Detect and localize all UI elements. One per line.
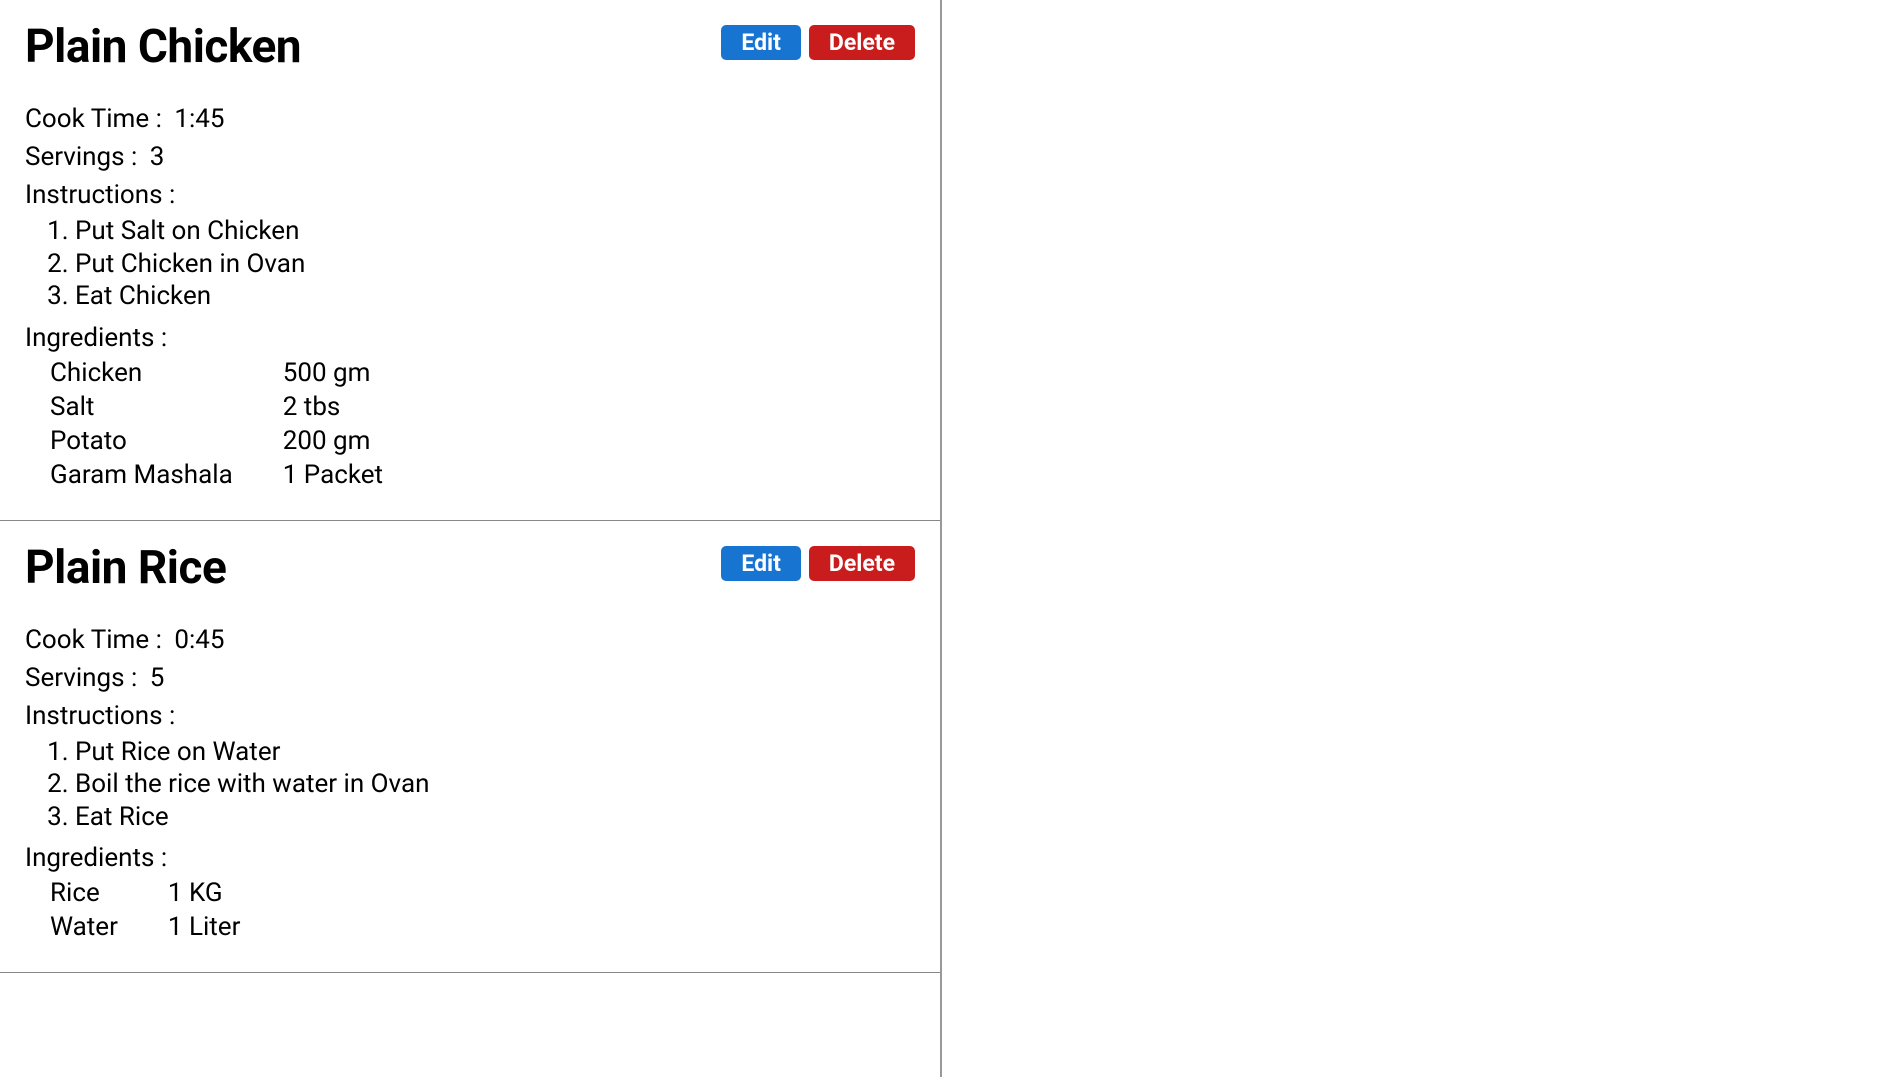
recipe-card: Plain Chicken Edit Delete Cook Time : 1:… — [0, 0, 940, 521]
servings-value: 5 — [150, 663, 165, 693]
ingredient-amount: 200 gm — [283, 426, 383, 456]
ingredient-amount: 1 KG — [168, 878, 241, 908]
instructions-list: Put Rice on Water Boil the rice with wat… — [25, 736, 915, 834]
ingredients-grid: Rice 1 KG Water 1 Liter — [25, 878, 915, 942]
instruction-item: Put Rice on Water — [75, 736, 915, 769]
ingredient-name: Water — [50, 912, 118, 942]
recipe-header: Plain Rice Edit Delete — [25, 541, 915, 595]
instruction-item: Put Salt on Chicken — [75, 215, 915, 248]
cook-time-row: Cook Time : 1:45 — [25, 104, 915, 134]
app-container: Plain Chicken Edit Delete Cook Time : 1:… — [0, 0, 1884, 1077]
delete-button[interactable]: Delete — [809, 546, 915, 581]
servings-label: Servings : — [25, 142, 137, 172]
recipe-actions: Edit Delete — [721, 25, 915, 60]
ingredient-name: Rice — [50, 878, 118, 908]
right-panel — [942, 0, 1884, 1077]
instruction-item: Eat Rice — [75, 801, 915, 834]
servings-row: Servings : 5 — [25, 663, 915, 693]
cook-time-value: 0:45 — [174, 625, 224, 655]
cook-time-value: 1:45 — [174, 104, 224, 134]
instruction-item: Eat Chicken — [75, 280, 915, 313]
cook-time-label: Cook Time : — [25, 104, 162, 134]
recipe-title: Plain Chicken — [25, 20, 301, 74]
ingredient-name: Salt — [50, 392, 233, 422]
edit-button[interactable]: Edit — [721, 25, 801, 60]
edit-button[interactable]: Edit — [721, 546, 801, 581]
ingredient-name: Garam Mashala — [50, 460, 233, 490]
recipe-actions: Edit Delete — [721, 546, 915, 581]
ingredients-label: Ingredients : — [25, 843, 915, 873]
recipe-list-panel: Plain Chicken Edit Delete Cook Time : 1:… — [0, 0, 942, 1077]
cook-time-row: Cook Time : 0:45 — [25, 625, 915, 655]
ingredient-amount: 2 tbs — [283, 392, 383, 422]
instructions-label: Instructions : — [25, 180, 915, 210]
cook-time-label: Cook Time : — [25, 625, 162, 655]
ingredient-amount: 500 gm — [283, 358, 383, 388]
recipe-card: Plain Rice Edit Delete Cook Time : 0:45 … — [0, 521, 940, 974]
recipe-title: Plain Rice — [25, 541, 226, 595]
servings-label: Servings : — [25, 663, 137, 693]
ingredients-grid: Chicken 500 gm Salt 2 tbs Potato 200 gm … — [25, 358, 915, 490]
ingredient-amount: 1 Liter — [168, 912, 241, 942]
ingredient-name: Potato — [50, 426, 233, 456]
instructions-label: Instructions : — [25, 701, 915, 731]
instruction-item: Put Chicken in Ovan — [75, 248, 915, 281]
servings-row: Servings : 3 — [25, 142, 915, 172]
ingredients-label: Ingredients : — [25, 323, 915, 353]
instruction-item: Boil the rice with water in Ovan — [75, 768, 915, 801]
ingredient-name: Chicken — [50, 358, 233, 388]
delete-button[interactable]: Delete — [809, 25, 915, 60]
instructions-list: Put Salt on Chicken Put Chicken in Ovan … — [25, 215, 915, 313]
recipe-header: Plain Chicken Edit Delete — [25, 20, 915, 74]
ingredient-amount: 1 Packet — [283, 460, 383, 490]
servings-value: 3 — [150, 142, 165, 172]
